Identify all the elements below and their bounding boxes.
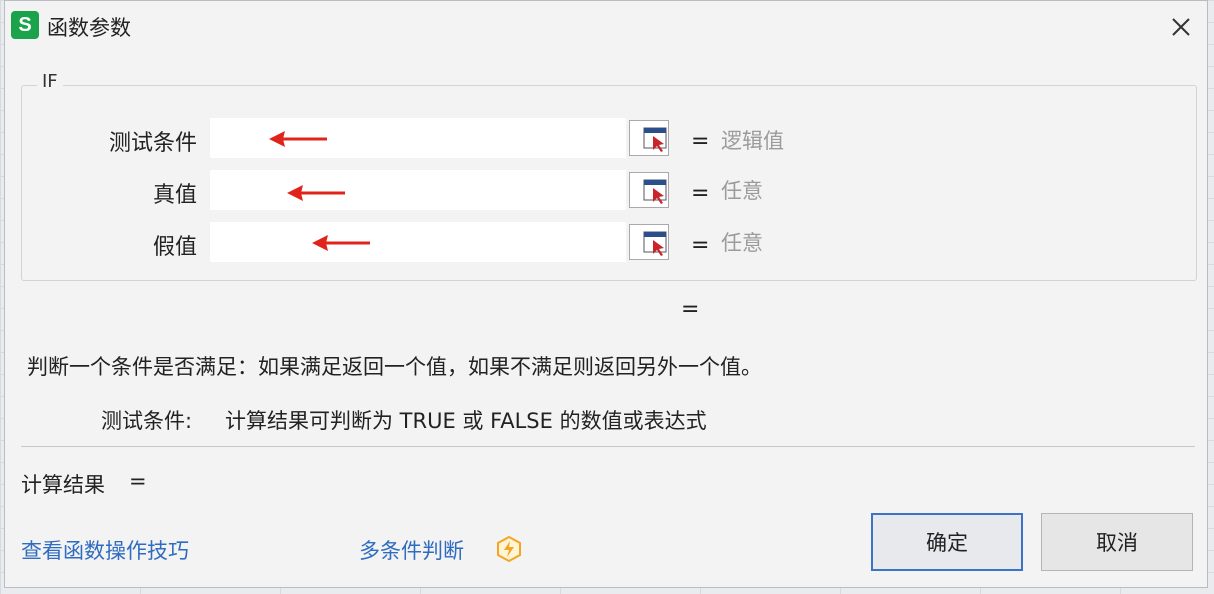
param-label-true-value: 真值 (152, 183, 197, 208)
premium-lightning-icon[interactable] (495, 535, 523, 563)
calc-result-label: 计算结果 (21, 473, 105, 497)
range-select-icon (643, 179, 667, 204)
param-hint-false-value: 任意 (721, 231, 763, 255)
range-select-icon (643, 231, 667, 256)
ok-button[interactable]: 确定 (871, 513, 1023, 571)
calc-result-equals: = (129, 469, 147, 493)
false-value-input[interactable] (210, 222, 626, 262)
function-tips-link[interactable]: 查看函数操作技巧 (21, 535, 189, 565)
function-name: IF (37, 71, 63, 92)
title-bar: S 函数参数 (5, 1, 1207, 53)
function-description: 判断一个条件是否满足：如果满足返回一个值，如果不满足则返回另外一个值。 (27, 355, 762, 379)
equals-sign: = (691, 233, 710, 258)
cancel-button[interactable]: 取消 (1041, 513, 1193, 571)
true-value-range-picker-button[interactable] (629, 172, 669, 208)
param-help-text: 计算结果可判断为 TRUE 或 FALSE 的数值或表达式 (225, 409, 707, 433)
param-label-false-value: 假值 (152, 235, 197, 260)
function-arguments-dialog: S 函数参数 IF 测试条件 = 逻辑值 真值 = 任意 假值 = 任意 = 判… (4, 0, 1208, 588)
equals-sign: = (691, 129, 710, 154)
false-value-range-picker-button[interactable] (629, 224, 669, 260)
red-arrow-annotation (312, 235, 370, 251)
equals-sign: = (691, 181, 710, 206)
param-help-label: 测试条件: (101, 409, 193, 433)
app-logo-icon: S (11, 11, 39, 39)
param-hint-true-value: 任意 (721, 179, 763, 203)
divider (21, 446, 1195, 447)
range-select-icon (643, 127, 667, 152)
formula-result-equals: = (681, 297, 700, 322)
multi-condition-link[interactable]: 多条件判断 (359, 535, 464, 565)
true-value-input[interactable] (210, 170, 626, 210)
close-icon[interactable] (1165, 11, 1197, 43)
red-arrow-annotation (287, 185, 345, 201)
param-label-condition: 测试条件 (108, 131, 197, 156)
dialog-title: 函数参数 (47, 16, 131, 40)
param-hint-condition: 逻辑值 (721, 129, 784, 153)
red-arrow-annotation (269, 131, 327, 147)
condition-range-picker-button[interactable] (629, 120, 669, 156)
